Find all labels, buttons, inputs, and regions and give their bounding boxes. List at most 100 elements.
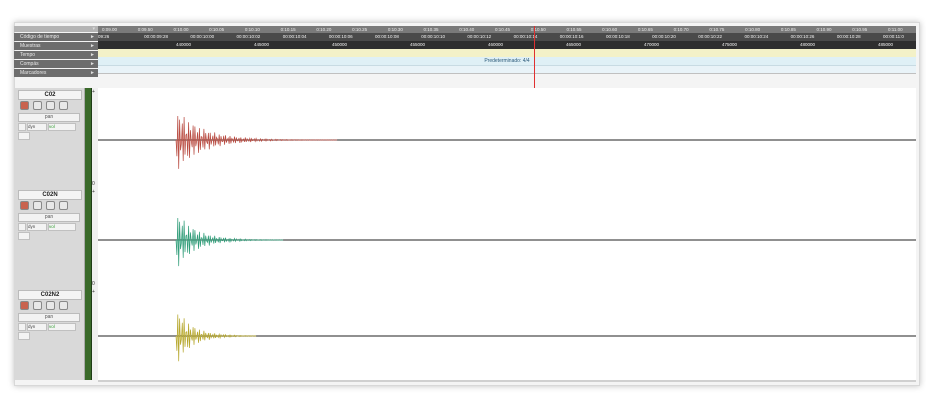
timecode-tick-label: 00:00:10:26 [790, 34, 815, 39]
dyn-field[interactable]: dyn [27, 323, 47, 331]
timecode-tick-label: 00:00:10:12 [467, 34, 492, 39]
tempo-ruler[interactable] [98, 49, 916, 57]
samples-tick-label: 445000 [254, 42, 270, 47]
automation-toggle[interactable] [18, 223, 26, 231]
timecode-tick-label: 00:00:09:28 [144, 34, 168, 39]
automation-toggle[interactable] [18, 323, 26, 331]
waveform-c02n2 [98, 314, 916, 362]
minutes-tick-label: 0:10.10 [244, 27, 260, 32]
input-monitor-button[interactable] [59, 301, 68, 310]
fx-toggle[interactable] [18, 232, 30, 240]
solo-button[interactable] [33, 301, 42, 310]
volume-field[interactable]: vol [48, 323, 76, 331]
pan-control[interactable]: pan [18, 113, 80, 122]
record-button[interactable] [20, 101, 29, 110]
markers-ruler[interactable] [98, 66, 916, 74]
samples-tick-label: 475000 [722, 42, 738, 47]
timecode-tick-label: 00:00:10:20 [652, 34, 676, 39]
samples-tick-label: 470000 [644, 42, 660, 47]
fx-toggle[interactable] [18, 132, 30, 140]
timeline-ruler[interactable]: 0:09.00 0:09.50 0:10.00 0:10.05 0:10.10 0:10.… [98, 26, 916, 74]
meter-label: Predeterminado: 4/4 [484, 58, 530, 64]
dyn-field[interactable]: dyn [27, 123, 47, 131]
playhead[interactable] [534, 26, 535, 88]
ruler-label-meter[interactable]: Compás ► [14, 60, 98, 68]
minutes-tick-label: 0:10.80 [745, 27, 761, 32]
pan-control[interactable]: pan [18, 313, 80, 322]
track-name[interactable]: C02N2 [18, 290, 82, 300]
timecode-tick-label: 00:00:10:28 [836, 34, 861, 39]
minutes-tick-label: 0:10.15 [280, 27, 296, 32]
waveform-area[interactable] [98, 288, 916, 382]
timecode-tick-label: 00:00:10:04 [282, 34, 307, 39]
minutes-tick-label: 0:10.40 [459, 27, 475, 32]
timecode-tick-label: 00:00:10:02 [236, 34, 261, 39]
minutes-tick-label: 0:10.35 [423, 27, 439, 32]
waveform-path [175, 314, 257, 362]
waveform-area[interactable] [98, 88, 916, 190]
minutes-tick-label: 0:10.60 [602, 27, 618, 32]
timecode-tick-label: 00:00:10:24 [744, 34, 769, 39]
volume-field[interactable]: vol [48, 223, 76, 231]
ruler-label-timecode[interactable]: Código de tiempo ► [14, 33, 98, 41]
samples-tick-label: 460000 [488, 42, 504, 47]
dyn-field[interactable]: dyn [27, 223, 47, 231]
timecode-tick-label: 09:26 [98, 34, 110, 39]
track-name[interactable]: C02N [18, 190, 82, 200]
minutes-tick-label: 0:09.50 [137, 27, 153, 32]
minutes-tick-label: 0:10.90 [816, 27, 832, 32]
pan-control[interactable]: pan [18, 213, 80, 222]
meter-ruler[interactable]: Predeterminado: 4/4 [98, 57, 916, 66]
ruler-label-samples[interactable]: Muestras ► [14, 42, 98, 50]
timecode-tick-label: 00:00:10:22 [698, 34, 723, 39]
minutes-tick-label: 0:10.55 [566, 27, 582, 32]
mute-button[interactable] [46, 301, 55, 310]
track-c02n: C02N pan dyn vol +0 [14, 188, 916, 290]
fx-toggle[interactable] [18, 332, 30, 340]
ruler-label-markers[interactable]: Marcadores ► [14, 69, 98, 77]
samples-tick-label: 440000 [176, 42, 192, 47]
solo-button[interactable] [33, 201, 42, 210]
input-monitor-button[interactable] [59, 201, 68, 210]
record-button[interactable] [20, 301, 29, 310]
solo-button[interactable] [33, 101, 42, 110]
samples-tick-label: 480000 [800, 42, 816, 47]
waveform-path [175, 115, 338, 169]
minutes-tick-label: 0:10.95 [852, 27, 868, 32]
timecode-tick-label: 00:00:10:18 [605, 34, 630, 39]
record-button[interactable] [20, 201, 29, 210]
minutes-tick-label: 0:10.30 [387, 27, 403, 32]
samples-ruler[interactable]: 440000 445000 450000 455000 460000 465000 4700… [98, 41, 916, 49]
track-c02: C02 pan dyn vol +0 [14, 88, 916, 190]
ruler-label-tempo[interactable]: Tempo ► [14, 51, 98, 59]
minutes-tick-label: 0:10.50 [530, 27, 546, 32]
mute-button[interactable] [46, 101, 55, 110]
minutes-ruler[interactable]: 0:09.00 0:09.50 0:10.00 0:10.05 0:10.10 0:10.… [98, 26, 916, 33]
track-c02n2: C02N2 pan dyn vol + [14, 288, 916, 382]
minutes-tick-label: 0:10.25 [352, 27, 368, 32]
track-header: C02N pan dyn vol [14, 188, 85, 288]
samples-tick-label: 455000 [410, 42, 426, 47]
minutes-tick-label: 0:10.45 [495, 27, 511, 32]
mute-button[interactable] [46, 201, 55, 210]
input-monitor-button[interactable] [59, 101, 68, 110]
volume-field[interactable]: vol [48, 123, 76, 131]
minutes-tick-label: 0:10.75 [709, 27, 725, 32]
track-header: C02N2 pan dyn vol [14, 288, 85, 380]
automation-toggle[interactable] [18, 123, 26, 131]
level-meter [85, 188, 92, 288]
minutes-tick-label: 0:10.05 [209, 27, 225, 32]
samples-tick-label: 450000 [332, 42, 348, 47]
waveform-c02 [98, 115, 916, 169]
minutes-tick-label: 0:09.00 [102, 27, 118, 32]
timecode-ruler[interactable]: 09:26 00:00:09:28 00:00:10:00 00:00:10:02 00… [98, 33, 916, 41]
ruler-header[interactable]: ▾ [14, 26, 98, 32]
waveform-area[interactable] [98, 188, 916, 290]
timecode-tick-label: 00:00:11:0 [883, 34, 904, 39]
minutes-tick-label: 0:10.70 [673, 27, 689, 32]
waveform-c02n [98, 217, 916, 267]
samples-tick-label: 485000 [878, 42, 894, 47]
track-name[interactable]: C02 [18, 90, 82, 100]
timecode-tick-label: 00:00:10:10 [421, 34, 446, 39]
timecode-tick-label: 00:00:10:08 [375, 34, 399, 39]
